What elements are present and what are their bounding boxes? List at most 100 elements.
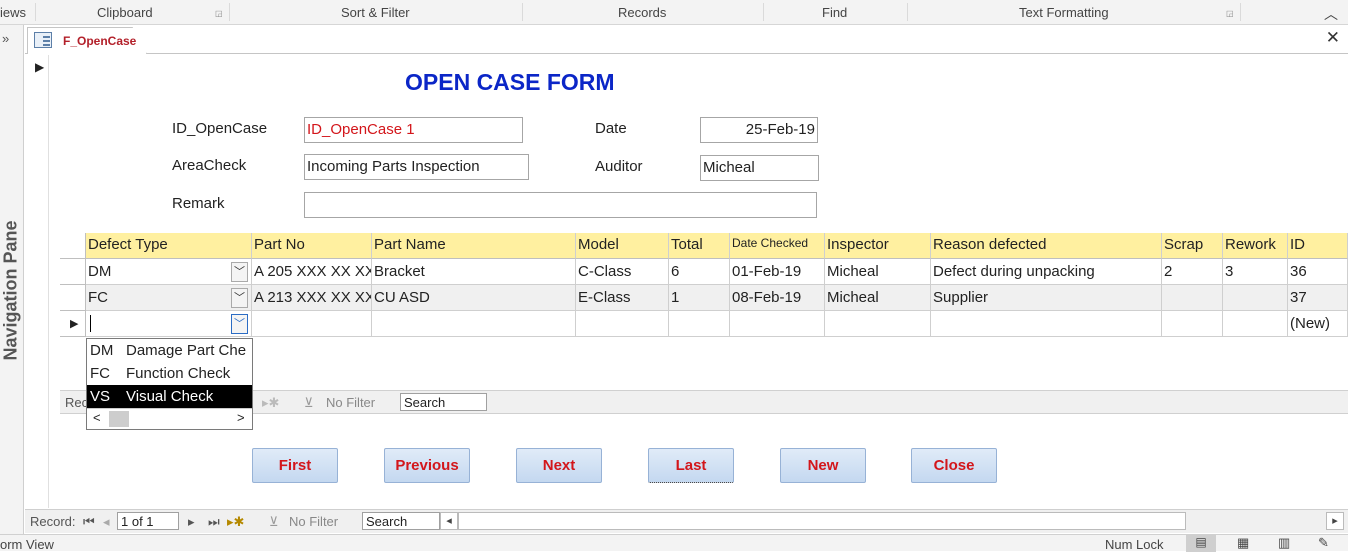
cell-date-checked[interactable] — [730, 311, 825, 337]
previous-button[interactable]: Previous — [384, 448, 470, 483]
column-header-total[interactable]: Total — [669, 233, 730, 259]
cell-part-no[interactable]: A 213 XXX XX XX — [252, 285, 372, 311]
date-field[interactable]: 25-Feb-19 — [700, 117, 818, 143]
scroll-right-icon[interactable]: ▸ — [1326, 512, 1344, 530]
cell-model[interactable] — [576, 311, 669, 337]
ribbon-group-clipboard[interactable]: Clipboard — [97, 5, 153, 20]
scroll-left-icon[interactable]: < — [93, 410, 101, 425]
column-header-defect-type[interactable]: Defect Type — [86, 233, 252, 259]
column-header-reason-defected[interactable]: Reason defected — [931, 233, 1162, 259]
column-header-part-no[interactable]: Part No — [252, 233, 372, 259]
navigation-pane[interactable]: » Navigation Pane — [0, 25, 24, 538]
filter-icon[interactable]: ⊻ — [304, 395, 314, 411]
cell-scrap[interactable] — [1162, 285, 1223, 311]
cell-total[interactable]: 6 — [669, 259, 730, 285]
filter-icon[interactable]: ⊻ — [269, 514, 279, 530]
cell-rework[interactable] — [1223, 311, 1288, 337]
cell-total[interactable]: 1 — [669, 285, 730, 311]
tab-f-opencase[interactable]: F_OpenCase — [27, 27, 147, 54]
defect-type-dropdown[interactable]: DM Damage Part Che FC Function Check VS … — [86, 338, 253, 430]
datasheet-view-icon[interactable]: ▦ — [1237, 535, 1249, 551]
scroll-thumb[interactable] — [109, 411, 129, 427]
ribbon-group-records[interactable]: Records — [618, 5, 666, 20]
select-all-corner[interactable] — [60, 233, 86, 259]
areacheck-field[interactable]: Incoming Parts Inspection — [304, 154, 529, 180]
first-record-icon[interactable]: ⏮ — [83, 514, 95, 530]
dialog-launcher-icon[interactable]: ◲ — [1226, 9, 1234, 18]
new-button[interactable]: New — [780, 448, 866, 483]
cell-part-name[interactable] — [372, 311, 576, 337]
cell-rework[interactable] — [1223, 285, 1288, 311]
cell-inspector[interactable]: Micheal — [825, 259, 931, 285]
cell-inspector[interactable] — [825, 311, 931, 337]
cell-scrap[interactable] — [1162, 311, 1223, 337]
form-view-icon[interactable]: ▤ — [1186, 535, 1216, 552]
new-record-icon[interactable]: ▸✱ — [227, 514, 244, 530]
column-header-id[interactable]: ID — [1288, 233, 1348, 259]
next-record-icon[interactable]: ▸ — [188, 514, 195, 530]
chevron-down-icon[interactable]: ﹀ — [231, 314, 248, 334]
cell-id[interactable]: 36 — [1288, 259, 1348, 285]
column-header-part-name[interactable]: Part Name — [372, 233, 576, 259]
column-header-inspector[interactable]: Inspector — [825, 233, 931, 259]
row-selector[interactable]: ▶ — [60, 311, 86, 337]
layout-view-icon[interactable]: ▥ — [1278, 535, 1290, 551]
column-header-scrap[interactable]: Scrap — [1162, 233, 1223, 259]
chevron-down-icon[interactable]: ﹀ — [231, 288, 248, 308]
subform-search-input[interactable]: Search — [400, 393, 487, 411]
close-button[interactable]: Close — [911, 448, 997, 483]
search-input[interactable]: Search — [362, 512, 440, 530]
cell-model[interactable]: E-Class — [576, 285, 669, 311]
cell-id[interactable]: (New) — [1288, 311, 1348, 337]
no-filter-indicator[interactable]: No Filter — [289, 514, 338, 529]
cell-reason-defected[interactable]: Supplier — [931, 285, 1162, 311]
cell-model[interactable]: C-Class — [576, 259, 669, 285]
auditor-field[interactable]: Micheal — [700, 155, 819, 181]
cell-inspector[interactable]: Micheal — [825, 285, 931, 311]
cell-defect-type[interactable]: FC — [86, 285, 252, 311]
previous-record-icon[interactable]: ◂ — [103, 514, 110, 530]
dropdown-option-vs[interactable]: VS Visual Check — [87, 385, 252, 408]
cell-part-name[interactable]: Bracket — [372, 259, 576, 285]
first-button[interactable]: First — [252, 448, 338, 483]
cell-part-no[interactable] — [252, 311, 372, 337]
ribbon-group-text-formatting[interactable]: Text Formatting — [1019, 5, 1109, 20]
scroll-right-icon[interactable]: > — [237, 410, 245, 425]
ribbon-group-find[interactable]: Find — [822, 5, 847, 20]
cell-rework[interactable]: 3 — [1223, 259, 1288, 285]
row-selector[interactable] — [60, 259, 86, 285]
ribbon-group-sort-filter[interactable]: Sort & Filter — [341, 5, 410, 20]
row-selector[interactable] — [60, 285, 86, 311]
dropdown-option-dm[interactable]: DM Damage Part Che — [87, 339, 252, 362]
scroll-left-icon[interactable]: ◂ — [440, 512, 458, 530]
last-button[interactable]: Last — [648, 448, 734, 483]
next-button[interactable]: Next — [516, 448, 602, 483]
cell-date-checked[interactable]: 01-Feb-19 — [730, 259, 825, 285]
column-header-date-checked[interactable]: Date Checked — [730, 233, 825, 259]
record-selector[interactable]: ▶ — [25, 55, 49, 508]
dropdown-option-fc[interactable]: FC Function Check — [87, 362, 252, 385]
expand-nav-icon[interactable]: » — [2, 31, 9, 46]
cell-id[interactable]: 37 — [1288, 285, 1348, 311]
cell-date-checked[interactable]: 08-Feb-19 — [730, 285, 825, 311]
cell-reason-defected[interactable]: Defect during unpacking — [931, 259, 1162, 285]
cell-defect-type-active[interactable] — [86, 311, 252, 337]
cell-total[interactable] — [669, 311, 730, 337]
close-document-icon[interactable]: ✕ — [1326, 28, 1340, 48]
horizontal-scrollbar-thumb[interactable] — [458, 512, 1186, 530]
design-view-icon[interactable]: ✎ — [1318, 535, 1329, 551]
record-position-input[interactable]: 1 of 1 — [117, 512, 179, 530]
remark-field[interactable] — [304, 192, 817, 218]
chevron-down-icon[interactable]: ﹀ — [231, 262, 248, 282]
new-record-icon[interactable]: ▸✱ — [262, 395, 279, 411]
cell-part-no[interactable]: A 205 XXX XX XX — [252, 259, 372, 285]
column-header-rework[interactable]: Rework — [1223, 233, 1288, 259]
collapse-ribbon-icon[interactable]: ︿ — [1324, 4, 1338, 24]
dialog-launcher-icon[interactable]: ◲ — [215, 9, 223, 18]
cell-scrap[interactable]: 2 — [1162, 259, 1223, 285]
cell-part-name[interactable]: CU ASD — [372, 285, 576, 311]
cell-reason-defected[interactable] — [931, 311, 1162, 337]
cell-defect-type[interactable]: DM — [86, 259, 252, 285]
id-opencase-field[interactable]: ID_OpenCase 1 — [304, 117, 523, 143]
column-header-model[interactable]: Model — [576, 233, 669, 259]
